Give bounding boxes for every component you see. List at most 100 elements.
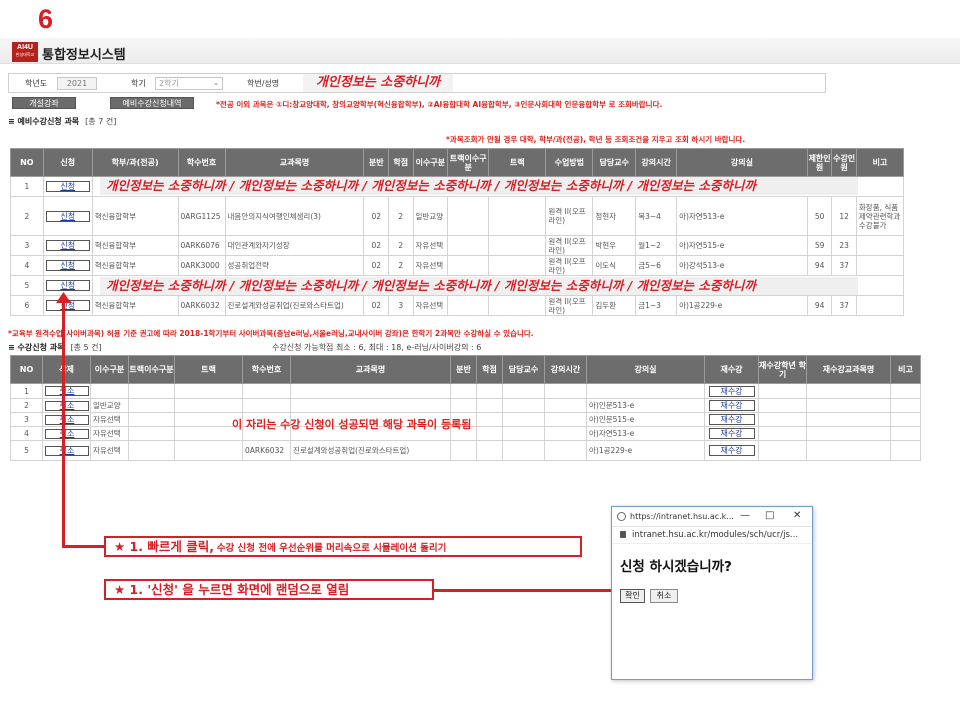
row-time: 금5~6 (635, 255, 678, 276)
row-dept: 혁신융합학부 (91, 255, 179, 276)
term-select[interactable]: 2학기 ⌄ (155, 77, 223, 90)
row-track (488, 196, 547, 236)
row-no: 2 (10, 196, 44, 236)
apply-button[interactable]: 신청 (45, 240, 90, 251)
row-method: 원격 II(오프라인) (545, 255, 594, 276)
row-note (855, 235, 905, 256)
confirm-ok-button[interactable]: 확인 (620, 589, 645, 603)
row-enrolled: 12 (831, 196, 857, 236)
row-credit: 3 (388, 295, 414, 316)
row-type: 자유선택 (412, 255, 449, 276)
table-row: 6 신청 혁신융합학부 0ARK6032 진로설계와성공취업(진로와스타트업) … (10, 295, 905, 316)
retake-button[interactable]: 재수강 (708, 445, 755, 456)
row-enrolled: 37 (831, 295, 857, 316)
row-type (90, 383, 129, 399)
open-courses-button[interactable]: 개설강좌 (12, 97, 76, 109)
cancel-enroll-button[interactable]: 취소 (45, 428, 89, 439)
col-code: 학수번호 (177, 148, 226, 177)
confirm-cancel-button[interactable]: 취소 (650, 589, 678, 603)
col-time: 강의시간 (544, 355, 587, 384)
row-credit: 2 (388, 235, 414, 256)
callout-popup-random: ★ 1. '신청' 을 누르면 화면에 랜덤으로 열림 (104, 579, 434, 600)
retake-button[interactable]: 재수강 (708, 414, 755, 425)
apply-button[interactable]: 신청 (45, 260, 90, 271)
row-note (855, 295, 905, 316)
row-track (488, 235, 547, 256)
col-track-type: 트랙이수구분 (447, 148, 490, 177)
col-type: 이수구분 (90, 355, 129, 384)
apply-button[interactable]: 신청 (45, 280, 90, 291)
row-enrolled: 23 (831, 235, 857, 256)
confirm-popup: https://intranet.hsu.ac.k... — □ ✕ intra… (611, 506, 813, 680)
cancel-enroll-button[interactable]: 취소 (45, 400, 89, 411)
row-type: 자유선택 (90, 426, 129, 441)
minimize-icon[interactable]: — (740, 510, 750, 521)
col-professor: 담당교수 (502, 355, 545, 384)
col-code: 학수번호 (242, 355, 291, 384)
apply-button[interactable]: 신청 (45, 181, 90, 192)
row-track-type (447, 295, 490, 316)
cancel-enroll-button[interactable]: 취소 (45, 445, 89, 456)
row-limit: 59 (806, 235, 833, 256)
col-apply: 신청 (42, 148, 93, 177)
row-track (488, 255, 547, 276)
arrow-up-icon (56, 292, 71, 303)
col-no: NO (10, 148, 44, 177)
confirm-question: 신청 하시겠습니까? (620, 559, 732, 575)
row-code: 0ARK6032 (177, 295, 226, 316)
col-credit: 학점 (476, 355, 503, 384)
retake-button[interactable]: 재수강 (708, 428, 755, 439)
cancel-enroll-button[interactable]: 취소 (45, 386, 89, 396)
row-course: 내몸안의지식여행인체생리(3) (224, 196, 365, 236)
row-type: 일반교양 (412, 196, 449, 236)
cancel-enroll-button[interactable]: 취소 (45, 414, 89, 425)
popup-titlebar: https://intranet.hsu.ac.k... — □ ✕ (612, 507, 812, 527)
row-room (586, 383, 705, 399)
row-time: 월1~2 (635, 235, 678, 256)
popup-address-bar: intranet.hsu.ac.kr/modules/sch/ucr/js... (612, 527, 812, 544)
col-professor: 담당교수 (592, 148, 637, 177)
row-no: 2 (10, 398, 43, 413)
row-professor: 정현자 (592, 196, 637, 236)
row-no: 1 (10, 176, 44, 197)
row-credit: 2 (388, 255, 414, 276)
col-dept: 학부/과(전공) (91, 148, 179, 177)
popup-title: https://intranet.hsu.ac.k... (630, 512, 734, 521)
col-enrolled: 수강인원 (831, 148, 857, 177)
year-input[interactable]: 2021 (57, 77, 97, 90)
globe-icon (617, 512, 626, 521)
row-section: 02 (363, 295, 389, 316)
apply-button[interactable]: 신청 (45, 210, 90, 222)
close-icon[interactable]: ✕ (793, 510, 801, 521)
table-row: 2 취소 일반교양 아)인문513-e 재수강 (10, 398, 921, 413)
col-room: 강의실 (676, 148, 808, 177)
row-room: 아)자연513-e (586, 426, 705, 441)
col-track-type: 트랙이수구분 (128, 355, 175, 384)
row-code: 0ARG1125 (177, 196, 226, 236)
row-time: 목3~4 (635, 196, 678, 236)
col-limit: 제한인원 (806, 148, 833, 177)
header-bar (0, 38, 960, 64)
row-track-type (447, 255, 490, 276)
row-track-type (447, 196, 490, 236)
col-delete: 삭제 (42, 355, 91, 384)
col-credit: 학점 (388, 148, 414, 177)
table-row: 5 취소 자유선택 0ARK6032 진로설계와성공취업(진로와스타트업) 아)… (10, 440, 921, 461)
row-code: 0ARK6032 (242, 440, 291, 461)
retake-button[interactable]: 재수강 (708, 385, 755, 397)
row-room: 아)인문513-e (586, 398, 705, 413)
col-section: 분반 (363, 148, 389, 177)
row-no: 3 (10, 235, 44, 256)
col-time: 강의시간 (635, 148, 678, 177)
row-code (242, 383, 291, 399)
row-type: 자유선택 (412, 295, 449, 316)
retake-button[interactable]: 재수강 (708, 400, 755, 411)
row-section: 02 (363, 196, 389, 236)
maximize-icon[interactable]: □ (765, 510, 774, 521)
connector-line-horizontal (62, 545, 106, 548)
row-professor: 박현우 (592, 235, 637, 256)
pre-enroll-list-button[interactable]: 예비수강신청내역 (110, 97, 194, 109)
col-retake: 재수강 (704, 355, 759, 384)
row-room: 아)인문515-e (586, 412, 705, 427)
row-room: 아)1공229-e (586, 440, 705, 461)
